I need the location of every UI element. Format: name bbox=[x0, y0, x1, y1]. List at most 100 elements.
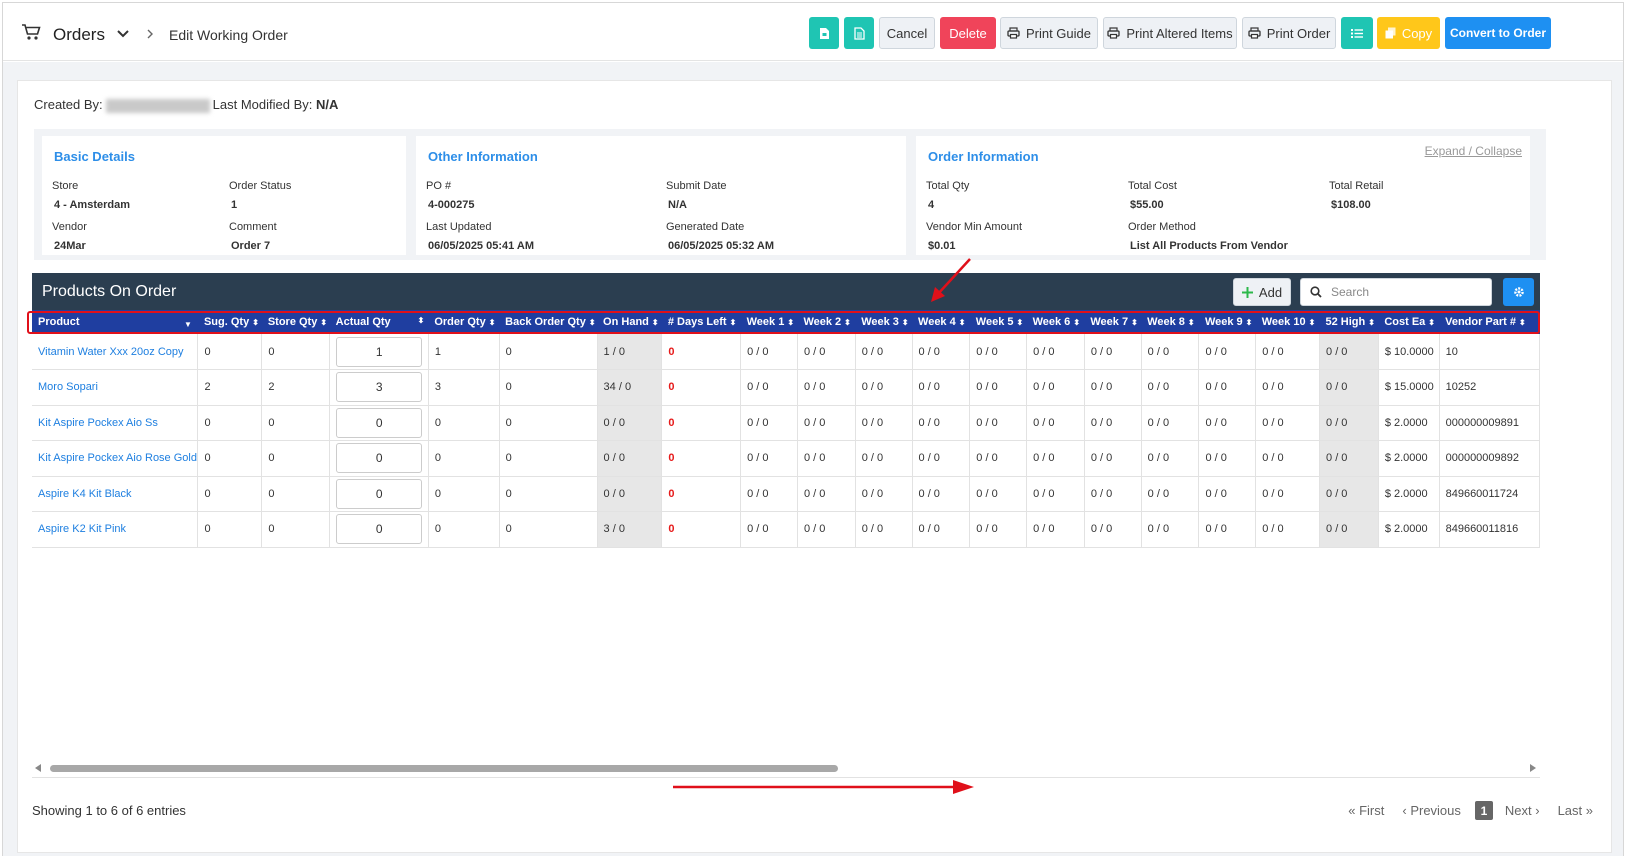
export-document-button[interactable] bbox=[844, 17, 874, 49]
cell-sug: 0 bbox=[197, 405, 263, 441]
cell-store: 0 bbox=[261, 405, 331, 441]
cell-week: 0 / 0 bbox=[1141, 511, 1200, 548]
print-order-button[interactable]: Print Order bbox=[1242, 17, 1336, 49]
column-header[interactable]: Week 7 ⬍ bbox=[1084, 310, 1142, 334]
chevron-down-icon[interactable] bbox=[116, 28, 130, 40]
column-header[interactable]: Order Qty ⬍ bbox=[428, 310, 500, 334]
actual-qty-input[interactable] bbox=[336, 443, 423, 474]
export-file-button[interactable] bbox=[809, 17, 839, 49]
cell-product[interactable]: Kit Aspire Pockex Aio Rose Gold bbox=[32, 440, 199, 477]
column-header[interactable]: Week 3 ⬍ bbox=[855, 310, 913, 334]
cell-product[interactable]: Aspire K2 Kit Pink bbox=[32, 511, 199, 548]
cell-week: 0 / 0 bbox=[797, 405, 856, 441]
cell-week: 0 / 0 bbox=[969, 440, 1028, 477]
search-input[interactable] bbox=[1331, 285, 1481, 299]
delete-label: Delete bbox=[949, 25, 987, 41]
column-header[interactable]: Week 1 ⬍ bbox=[740, 310, 798, 334]
cell-week: 0 / 0 bbox=[1198, 440, 1257, 477]
column-header[interactable]: Actual Qty ⬍ bbox=[329, 310, 429, 334]
cell-actual[interactable] bbox=[329, 405, 429, 441]
cell-order: 0 bbox=[428, 440, 500, 477]
last-page-link[interactable]: Last » bbox=[1558, 803, 1593, 818]
cell-product[interactable]: Kit Aspire Pockex Aio Ss bbox=[32, 405, 199, 441]
column-header-label: Week 5 bbox=[975, 316, 1014, 328]
actual-qty-input[interactable] bbox=[336, 336, 423, 367]
column-header[interactable]: Week 6 ⬍ bbox=[1026, 310, 1085, 334]
column-header[interactable]: 52 High ⬍ bbox=[1319, 310, 1379, 334]
delete-button[interactable]: Delete bbox=[940, 17, 996, 49]
print-altered-items-button[interactable]: Print Altered Items bbox=[1103, 17, 1237, 49]
cell-actual[interactable] bbox=[329, 369, 429, 406]
cell-week: 0 / 0 bbox=[855, 369, 913, 406]
first-page-link[interactable]: « First bbox=[1348, 803, 1384, 818]
scroll-right-arrow[interactable] bbox=[1530, 764, 1536, 772]
cell-days: 0 bbox=[661, 369, 742, 406]
column-header[interactable]: Week 4 ⬍ bbox=[912, 310, 970, 334]
cell-week: 0 / 0 bbox=[1198, 476, 1257, 512]
cell-days: 0 bbox=[661, 440, 742, 477]
cell-product[interactable]: Aspire K4 Kit Black bbox=[32, 476, 199, 512]
cell-actual[interactable] bbox=[329, 476, 429, 512]
cell-actual[interactable] bbox=[329, 440, 429, 477]
column-header[interactable]: On Hand ⬍ bbox=[597, 310, 662, 334]
cell-actual[interactable] bbox=[329, 511, 429, 548]
document-icon bbox=[853, 26, 865, 40]
search-box[interactable] bbox=[1300, 278, 1492, 306]
list-view-button[interactable] bbox=[1341, 17, 1373, 49]
cell-actual[interactable] bbox=[329, 334, 429, 370]
app-window: Orders Edit Working Order Cancel Delete … bbox=[2, 2, 1624, 856]
column-header[interactable]: Store Qty ⬍ bbox=[261, 310, 330, 334]
scroll-thumb[interactable] bbox=[50, 765, 838, 772]
previous-page-link[interactable]: ‹ Previous bbox=[1402, 803, 1461, 818]
cell-week: 0 / 0 bbox=[855, 334, 913, 370]
scroll-left-arrow[interactable] bbox=[35, 764, 41, 772]
copy-button[interactable]: Copy bbox=[1377, 17, 1440, 49]
cell-back: 0 bbox=[499, 511, 598, 548]
cell-week: 0 / 0 bbox=[1255, 440, 1321, 477]
column-header-label: Week 9 bbox=[1204, 316, 1243, 328]
convert-to-order-button[interactable]: Convert to Order bbox=[1445, 17, 1551, 49]
column-header[interactable]: Product ▼ bbox=[32, 310, 198, 334]
print-altered-label: Print Altered Items bbox=[1126, 25, 1233, 41]
total-cost-value: $55.00 bbox=[1130, 199, 1164, 211]
page-title[interactable]: Orders bbox=[53, 25, 105, 45]
po-field: PO # 4-000275 bbox=[426, 180, 475, 211]
add-product-button[interactable]: Add bbox=[1233, 278, 1291, 306]
sort-icon: ⬍ bbox=[320, 318, 328, 327]
horizontal-scrollbar[interactable] bbox=[32, 761, 1540, 775]
column-header[interactable]: Week 2 ⬍ bbox=[797, 310, 856, 334]
cell-week: 0 / 0 bbox=[855, 405, 913, 441]
actual-qty-input[interactable] bbox=[336, 514, 423, 545]
cell-product[interactable]: Vitamin Water Xxx 20oz Copy bbox=[32, 334, 199, 370]
column-header[interactable]: Back Order Qty ⬍ bbox=[499, 310, 598, 334]
cell-back: 0 bbox=[499, 440, 598, 477]
next-page-link[interactable]: Next › bbox=[1505, 803, 1540, 818]
expand-collapse-link[interactable]: Expand / Collapse bbox=[1425, 144, 1522, 158]
current-page[interactable]: 1 bbox=[1474, 801, 1493, 820]
cell-week: 0 / 0 bbox=[740, 511, 798, 548]
actual-qty-input[interactable] bbox=[336, 372, 423, 403]
other-information-card: Other Information PO # 4-000275 Submit Da… bbox=[416, 136, 906, 255]
column-header[interactable]: Cost Ea ⬍ bbox=[1378, 310, 1440, 334]
cell-product[interactable]: Moro Sopari bbox=[32, 369, 199, 406]
cell-onhand: 0 / 0 bbox=[597, 405, 663, 441]
cell-cost: $ 2.0000 bbox=[1378, 511, 1440, 548]
total-retail-label: Total Retail bbox=[1329, 180, 1384, 192]
actual-qty-input[interactable] bbox=[336, 478, 423, 509]
column-header[interactable]: Week 10 ⬍ bbox=[1255, 310, 1320, 334]
column-header[interactable]: # Days Left ⬍ bbox=[661, 310, 741, 334]
cell-part: 000000009892 bbox=[1439, 440, 1540, 477]
column-header[interactable]: Week 9 ⬍ bbox=[1198, 310, 1256, 334]
cell-days: 0 bbox=[661, 476, 742, 512]
table-settings-button[interactable] bbox=[1503, 278, 1534, 306]
column-header[interactable]: Vendor Part # ⬍ bbox=[1439, 310, 1540, 334]
actual-qty-input[interactable] bbox=[336, 407, 423, 438]
comment-label: Comment bbox=[229, 221, 277, 233]
column-header[interactable]: Week 5 ⬍ bbox=[969, 310, 1027, 334]
column-header-label: Actual Qty bbox=[335, 316, 391, 328]
column-header[interactable]: Week 8 ⬍ bbox=[1141, 310, 1199, 334]
print-guide-button[interactable]: Print Guide bbox=[1000, 17, 1098, 49]
copy-icon bbox=[1385, 27, 1396, 39]
cancel-button[interactable]: Cancel bbox=[879, 17, 935, 49]
column-header[interactable]: Sug. Qty ⬍ bbox=[197, 310, 262, 334]
